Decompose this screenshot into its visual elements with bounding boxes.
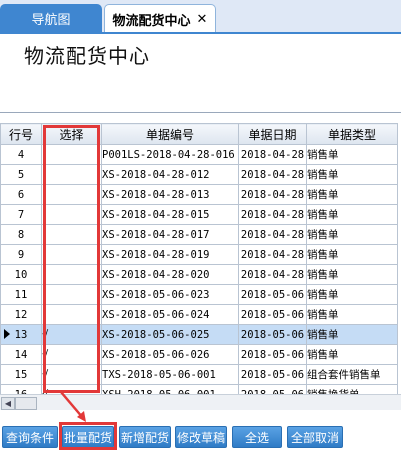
doc-date-cell: 2018-05-06 <box>238 284 307 305</box>
select-checkbox-cell[interactable]: √ <box>41 324 102 345</box>
row-number-cell: 7 <box>0 204 42 225</box>
table-row[interactable]: 12 XS-2018-05-06-024 2018-05-06 销售单 <box>0 304 398 325</box>
doc-date-cell: 2018-05-06 <box>238 344 307 365</box>
row-number-cell: 14 <box>0 344 42 365</box>
doc-number-cell: XS-2018-04-28-015 <box>101 204 239 225</box>
doc-number-cell: XS-2018-05-06-026 <box>101 344 239 365</box>
row-number-cell: 4 <box>0 144 42 165</box>
doc-date-cell: 2018-04-28 <box>238 244 307 265</box>
doc-date-cell: 2018-04-28 <box>238 224 307 245</box>
select-checkbox-cell[interactable] <box>41 184 102 205</box>
select-checkbox-cell[interactable] <box>41 304 102 325</box>
row-number-cell: 11 <box>0 284 42 305</box>
doc-number-cell: XS-2018-04-28-012 <box>101 164 239 185</box>
doc-number-cell: XS-2018-05-06-025 <box>101 324 239 345</box>
doc-type-cell: 销售单 <box>306 144 398 165</box>
doc-type-cell: 销售单 <box>306 164 398 185</box>
doc-date-cell: 2018-04-28 <box>238 264 307 285</box>
select-checkbox-cell[interactable] <box>41 144 102 165</box>
row-number-cell: 6 <box>0 184 42 205</box>
doc-date-cell: 2018-04-28 <box>238 164 307 185</box>
doc-type-cell: 销售单 <box>306 184 398 205</box>
row-number-cell: 10 <box>0 264 42 285</box>
edit-draft-button[interactable]: 修改草稿 <box>175 426 227 448</box>
tab-logistics-center-label: 物流配货中心 <box>112 13 191 29</box>
col-header-doc-date[interactable]: 单据日期 <box>238 123 307 145</box>
doc-number-cell: XS-2018-04-28-020 <box>101 264 239 285</box>
table-row[interactable]: 11 XS-2018-05-06-023 2018-05-06 销售单 <box>0 284 398 305</box>
select-checkbox-cell[interactable] <box>41 164 102 185</box>
select-checkbox-cell[interactable] <box>41 224 102 245</box>
doc-date-cell: 2018-05-06 <box>238 364 307 385</box>
doc-number-cell: XS-2018-04-28-019 <box>101 244 239 265</box>
select-checkbox-cell[interactable] <box>41 264 102 285</box>
tab-navigation[interactable]: 导航图 <box>0 4 102 33</box>
doc-number-cell: XS-2018-05-06-024 <box>101 304 239 325</box>
tab-logistics-center[interactable]: 物流配货中心 ✕ <box>104 4 216 33</box>
col-header-doc-number[interactable]: 单据编号 <box>101 123 239 145</box>
table-row[interactable]: 13 √ XS-2018-05-06-025 2018-05-06 销售单 <box>0 324 398 345</box>
doc-type-cell: 销售单 <box>306 284 398 305</box>
row-number-cell: 5 <box>0 164 42 185</box>
page-title: 物流配货中心 <box>24 44 150 68</box>
scroll-thumb[interactable] <box>15 397 37 410</box>
doc-type-cell: 销售单 <box>306 224 398 245</box>
scroll-left-icon[interactable]: ◀ <box>1 397 15 410</box>
doc-type-cell: 销售单 <box>306 304 398 325</box>
doc-date-cell: 2018-05-06 <box>238 304 307 325</box>
row-number-cell: 12 <box>0 304 42 325</box>
table-row[interactable]: 4 P001LS-2018-04-28-016 2018-04-28 销售单 <box>0 144 398 165</box>
doc-type-cell: 销售单 <box>306 264 398 285</box>
row-number-cell: 9 <box>0 244 42 265</box>
grid-header-row: 行号 选择 单据编号 单据日期 单据类型 <box>0 123 398 145</box>
table-row[interactable]: 14 √ XS-2018-05-06-026 2018-05-06 销售单 <box>0 344 398 365</box>
grid-divider <box>0 112 401 113</box>
doc-date-cell: 2018-04-28 <box>238 184 307 205</box>
row-number-cell: 13 <box>0 324 42 345</box>
close-icon[interactable]: ✕ <box>197 12 208 27</box>
doc-type-cell: 销售单 <box>306 344 398 365</box>
doc-type-cell: 销售单 <box>306 324 398 345</box>
doc-type-cell: 销售单 <box>306 204 398 225</box>
doc-number-cell: XS-2018-05-06-023 <box>101 284 239 305</box>
table-row[interactable]: 8 XS-2018-04-28-017 2018-04-28 销售单 <box>0 224 398 245</box>
select-all-button[interactable]: 全选 <box>232 426 282 448</box>
query-conditions-button[interactable]: 查询条件 <box>2 426 58 448</box>
table-row[interactable]: 6 XS-2018-04-28-013 2018-04-28 销售单 <box>0 184 398 205</box>
col-header-select[interactable]: 选择 <box>41 123 102 145</box>
batch-allocate-highlight <box>59 422 117 450</box>
doc-number-cell: P001LS-2018-04-28-016 <box>101 144 239 165</box>
row-number-cell: 15 <box>0 364 42 385</box>
select-checkbox-cell[interactable]: √ <box>41 364 102 385</box>
new-allocation-button[interactable]: 新增配货 <box>119 426 171 448</box>
doc-type-cell: 销售单 <box>306 244 398 265</box>
table-row[interactable]: 9 XS-2018-04-28-019 2018-04-28 销售单 <box>0 244 398 265</box>
table-row[interactable]: 15 √ TXS-2018-05-06-001 2018-05-06 组合套件销售单 <box>0 364 398 385</box>
select-checkbox-cell[interactable] <box>41 204 102 225</box>
table-row[interactable]: 7 XS-2018-04-28-015 2018-04-28 销售单 <box>0 204 398 225</box>
row-number-cell: 8 <box>0 224 42 245</box>
select-checkbox-cell[interactable] <box>41 244 102 265</box>
doc-date-cell: 2018-04-28 <box>238 204 307 225</box>
cancel-all-button[interactable]: 全部取消 <box>287 426 343 448</box>
col-header-doc-type[interactable]: 单据类型 <box>306 123 398 145</box>
select-checkbox-cell[interactable]: √ <box>41 344 102 365</box>
document-grid: 行号 选择 单据编号 单据日期 单据类型 4 P001LS-2018-04-28-… <box>0 123 398 405</box>
doc-date-cell: 2018-05-06 <box>238 324 307 345</box>
tab-navigation-label: 导航图 <box>31 13 71 28</box>
tab-bar: 导航图 物流配货中心 ✕ <box>0 0 401 33</box>
col-header-row-number[interactable]: 行号 <box>0 123 42 145</box>
doc-number-cell: XS-2018-04-28-013 <box>101 184 239 205</box>
table-row[interactable]: 5 XS-2018-04-28-012 2018-04-28 销售单 <box>0 164 398 185</box>
doc-type-cell: 组合套件销售单 <box>306 364 398 385</box>
select-checkbox-cell[interactable] <box>41 284 102 305</box>
doc-date-cell: 2018-04-28 <box>238 144 307 165</box>
table-row[interactable]: 10 XS-2018-04-28-020 2018-04-28 销售单 <box>0 264 398 285</box>
doc-number-cell: XS-2018-04-28-017 <box>101 224 239 245</box>
doc-number-cell: TXS-2018-05-06-001 <box>101 364 239 385</box>
tab-underline <box>0 32 401 34</box>
current-row-arrow-icon <box>4 329 10 339</box>
